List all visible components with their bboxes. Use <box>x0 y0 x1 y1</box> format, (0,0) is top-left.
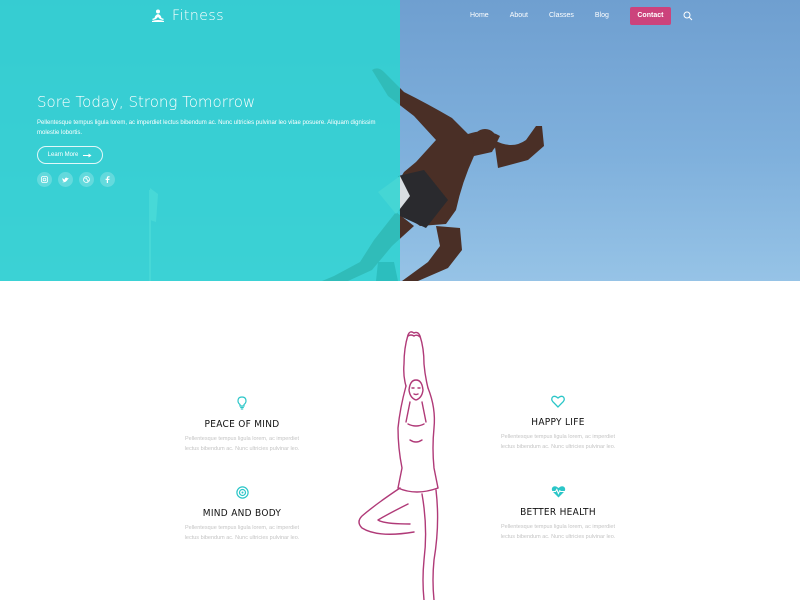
feature-title: HAPPY LIFE <box>531 417 585 428</box>
yoga-tree-pose-illustration <box>358 331 439 600</box>
feature-text-line: Pellentesque tempus ligula lorem, ac imp… <box>184 436 300 442</box>
feature-text: Pellentesque tempus ligula lorem, ac imp… <box>488 522 628 542</box>
nav-link-about[interactable]: About <box>510 7 528 25</box>
nav-link-home[interactable]: Home <box>470 7 489 25</box>
brand-name: Fitness <box>172 8 224 24</box>
feature-peace-of-mind: PEACE OF MIND Pellentesque tempus ligula… <box>172 396 312 454</box>
search-icon[interactable] <box>683 11 693 21</box>
feature-mind-and-body: MIND AND BODY Pellentesque tempus ligula… <box>172 486 312 543</box>
feature-text-line: Pellentesque tempus ligula lorem, ac imp… <box>500 524 616 530</box>
target-icon <box>235 486 249 499</box>
main-nav: Home About Classes Blog Contact <box>470 7 693 25</box>
learn-more-label: Learn More <box>47 152 79 158</box>
facebook-icon[interactable] <box>100 172 115 187</box>
learn-more-button[interactable]: Learn More <box>37 146 103 164</box>
nav-link-classes[interactable]: Classes <box>549 7 574 25</box>
arrow-right-icon <box>83 153 92 157</box>
hero-section: Fitness Home About Classes Blog Contact … <box>0 0 800 281</box>
feature-text-line: Pellentesque tempus ligula lorem, ac imp… <box>500 434 616 440</box>
instagram-icon[interactable] <box>37 172 52 187</box>
hero-teal-overlay <box>0 0 400 281</box>
feature-text-line: lectus bibendum ac. Nunc ultricies pulvi… <box>184 446 300 452</box>
feature-better-health: BETTER HEALTH Pellentesque tempus ligula… <box>488 485 628 542</box>
hero-description: Pellentesque tempus ligula lorem, ac imp… <box>37 120 376 136</box>
feature-text: Pellentesque tempus ligula lorem, ac imp… <box>488 432 628 452</box>
feature-happy-life: HAPPY LIFE Pellentesque tempus ligula lo… <box>488 395 628 452</box>
feature-title: BETTER HEALTH <box>520 507 596 518</box>
twitter-icon[interactable] <box>58 172 73 187</box>
heart-icon <box>551 395 565 408</box>
feature-text: Pellentesque tempus ligula lorem, ac imp… <box>172 523 312 543</box>
contact-button[interactable]: Contact <box>629 7 671 25</box>
lightbulb-icon <box>237 396 247 410</box>
dribbble-icon[interactable] <box>79 172 94 187</box>
feature-title: MIND AND BODY <box>202 508 282 519</box>
feature-text: Pellentesque tempus ligula lorem, ac imp… <box>172 434 312 454</box>
hero-title: Sore Today, Strong Tomorrow <box>37 93 256 111</box>
feature-text-line: lectus bibendum ac. Nunc ultricies pulvi… <box>500 444 616 450</box>
feature-text-line: Pellentesque tempus ligula lorem, ac imp… <box>184 525 300 531</box>
feature-text-line: lectus bibendum ac. Nunc ultricies pulvi… <box>500 534 616 540</box>
feature-title: PEACE OF MIND <box>204 419 280 430</box>
feature-text-line: lectus bibendum ac. Nunc ultricies pulvi… <box>184 535 300 541</box>
brand-logo[interactable]: Fitness <box>150 8 224 24</box>
nav-link-blog[interactable]: Blog <box>595 7 609 25</box>
heartbeat-icon <box>551 486 565 498</box>
social-links <box>37 172 115 187</box>
meditation-icon <box>152 9 164 22</box>
